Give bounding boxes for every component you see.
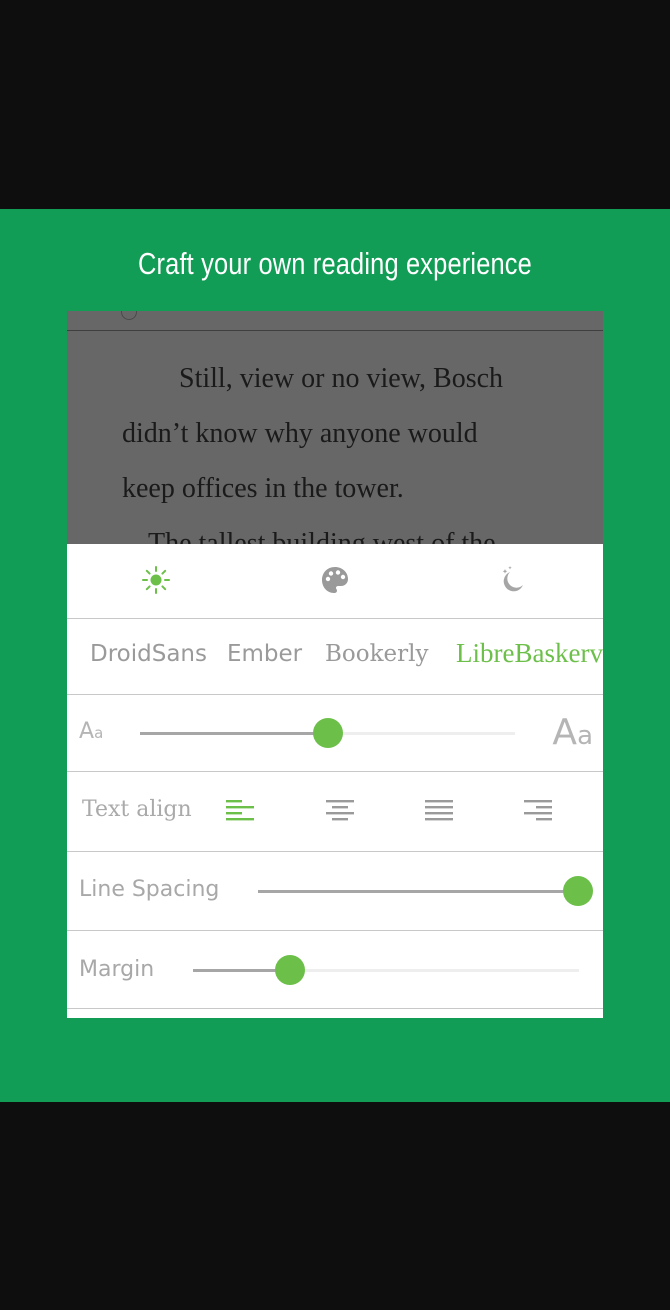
font-option-ember[interactable]: Ember xyxy=(227,641,302,667)
slider-fill xyxy=(140,732,328,735)
font-option-librebaskerville[interactable]: LibreBaskerville xyxy=(456,638,603,669)
align-left-button[interactable] xyxy=(226,798,254,826)
reader-line: didn’t know why anyone would xyxy=(122,418,478,449)
night-theme-button[interactable] xyxy=(497,564,529,596)
margin-row: Margin xyxy=(67,931,603,1009)
reader-line: Still, view or no view, Bosch xyxy=(179,363,504,394)
reader-text: Still, view or no view, Bosch didn’t kno… xyxy=(122,351,582,544)
align-center-icon xyxy=(326,800,354,821)
reader-page: Still, view or no view, Bosch didn’t kno… xyxy=(67,311,603,544)
theme-row xyxy=(67,544,603,619)
color-theme-button[interactable] xyxy=(319,564,351,596)
glyph-sub: a xyxy=(94,724,104,742)
slider-fill xyxy=(258,890,578,893)
font-size-row: Aa Aa xyxy=(67,695,603,772)
font-option-droidsans[interactable]: DroidSans xyxy=(90,641,207,667)
align-justify-icon xyxy=(425,800,453,821)
align-center-button[interactable] xyxy=(326,798,354,826)
day-theme-button[interactable] xyxy=(140,564,172,596)
text-align-label: Text align xyxy=(82,797,192,822)
slider-thumb[interactable] xyxy=(274,955,305,985)
reader-line: The tallest building west of the xyxy=(148,528,496,544)
promo-headline: Craft your own reading experience xyxy=(137,246,532,281)
text-align-row: Text align xyxy=(67,772,603,852)
line-spacing-label: Line Spacing xyxy=(79,877,220,902)
font-size-slider[interactable] xyxy=(140,718,515,748)
margin-slider[interactable] xyxy=(193,955,579,985)
slider-thumb[interactable] xyxy=(563,876,593,906)
glyph: A xyxy=(79,719,95,744)
increase-font-icon: Aa xyxy=(552,712,593,753)
align-right-button[interactable] xyxy=(524,798,552,826)
align-left-icon xyxy=(226,800,254,821)
font-row: DroidSans Ember Bookerly LibreBaskervill… xyxy=(67,619,603,695)
app-screenshot: Still, view or no view, Bosch didn’t kno… xyxy=(67,311,603,1018)
line-spacing-slider[interactable] xyxy=(258,876,593,906)
margin-label: Margin xyxy=(79,957,155,982)
slider-thumb[interactable] xyxy=(312,718,343,748)
status-icon xyxy=(121,311,137,320)
glyph: A xyxy=(552,712,578,753)
line-spacing-row: Line Spacing xyxy=(67,852,603,931)
night-mode-icon xyxy=(502,566,523,592)
reader-line: keep offices in the tower. xyxy=(122,473,404,504)
align-justify-button[interactable] xyxy=(425,798,453,826)
palette-icon xyxy=(322,567,348,593)
align-right-icon xyxy=(524,800,552,821)
glyph-sub: a xyxy=(577,721,593,751)
font-option-bookerly[interactable]: Bookerly xyxy=(325,641,429,667)
decrease-font-icon: Aa xyxy=(79,719,103,744)
header-divider xyxy=(67,330,603,331)
sun-icon xyxy=(142,566,170,594)
